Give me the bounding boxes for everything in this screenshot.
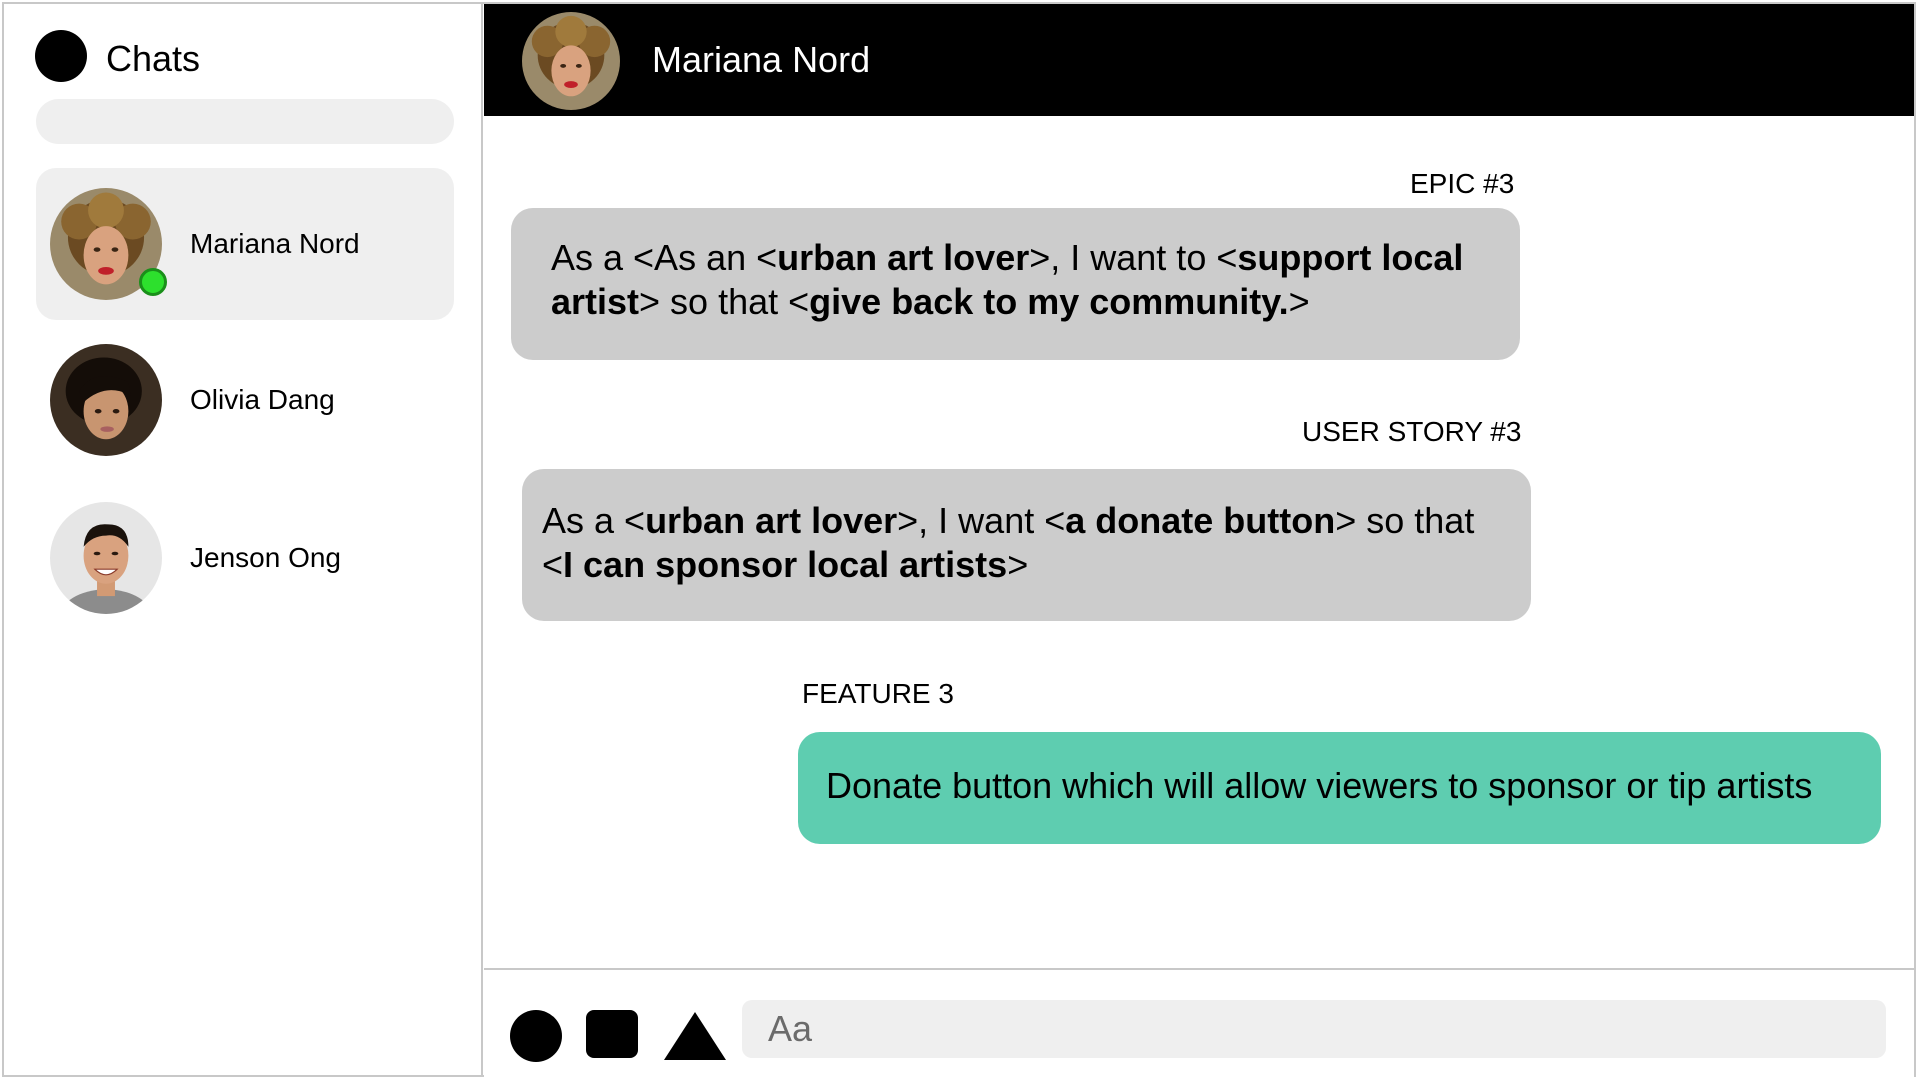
sidebar: Chats Mariana Nord Olivia Dang Jenson On… xyxy=(4,4,483,1075)
message-text: > xyxy=(1288,281,1310,322)
online-status-indicator xyxy=(139,268,167,296)
message-bubble-user-story: As a <urban art lover>, I want <a donate… xyxy=(522,469,1531,621)
chat-item-name: Mariana Nord xyxy=(190,228,360,259)
avatar[interactable] xyxy=(522,12,620,110)
triangle-icon[interactable] xyxy=(664,1012,726,1060)
chat-item-mariana-nord[interactable]: Mariana Nord xyxy=(36,168,454,320)
message-text-bold: urban art lover xyxy=(645,500,898,541)
message-label-epic: EPIC #3 xyxy=(1410,168,1515,199)
message-text-bold: urban art lover xyxy=(777,237,1030,278)
app-logo-icon[interactable] xyxy=(35,30,87,82)
message-text-bold: I can sponsor local artists xyxy=(563,544,1008,585)
message-text: > xyxy=(1007,544,1029,585)
message-bubble-feature: Donate button which will allow viewers t… xyxy=(798,732,1881,844)
chat-item-name: Olivia Dang xyxy=(190,384,335,415)
message-text: As a <As an < xyxy=(551,237,778,278)
search-input[interactable] xyxy=(36,99,454,144)
message-text: As a < xyxy=(542,500,646,541)
message-composer xyxy=(484,968,1914,1079)
message-input[interactable] xyxy=(742,1000,1886,1058)
avatar xyxy=(50,502,162,614)
contact-name: Mariana Nord xyxy=(652,39,871,80)
message-text-bold: a donate button xyxy=(1065,500,1336,541)
message-text: Donate button which will allow viewers t… xyxy=(826,765,1813,806)
chat-app-window: Chats Mariana Nord Olivia Dang Jenson On… xyxy=(2,2,1916,1079)
message-text: >, I want to < xyxy=(1029,237,1238,278)
message-text-bold: give back to my community. xyxy=(809,281,1289,322)
circle-icon[interactable] xyxy=(510,1010,562,1062)
conversation-header: Mariana Nord xyxy=(484,4,1914,116)
chat-item-jenson-ong[interactable]: Jenson Ong xyxy=(36,482,454,634)
message-text: >, I want < xyxy=(897,500,1066,541)
avatar xyxy=(50,344,162,456)
message-label-user-story: USER STORY #3 xyxy=(1302,416,1522,447)
sidebar-title: Chats xyxy=(106,38,201,79)
chat-item-olivia-dang[interactable]: Olivia Dang xyxy=(36,324,454,476)
message-bubble-epic: As a <As an <urban art lover>, I want to… xyxy=(511,208,1520,360)
message-label-feature: FEATURE 3 xyxy=(802,678,954,709)
message-text: > so that < xyxy=(639,281,810,322)
chat-item-name: Jenson Ong xyxy=(190,542,341,573)
square-icon[interactable] xyxy=(586,1010,638,1058)
